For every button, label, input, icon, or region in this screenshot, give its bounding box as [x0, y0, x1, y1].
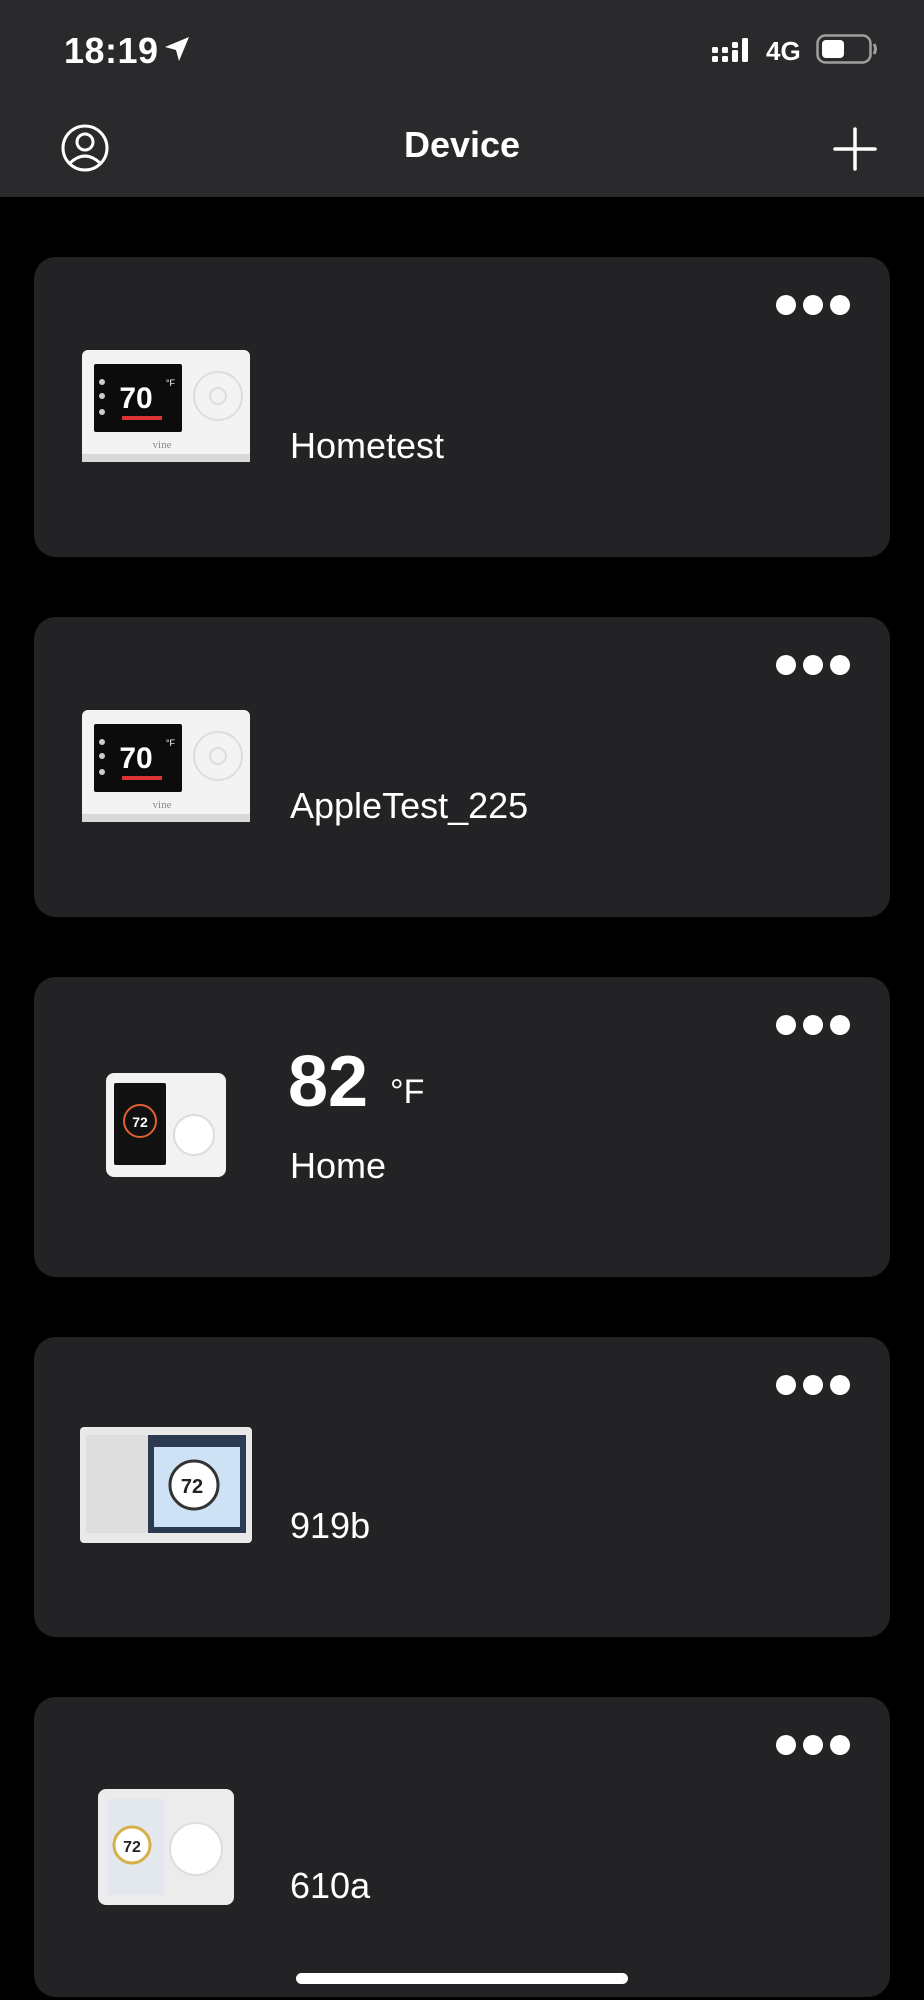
thumb-temp: 72: [123, 1839, 141, 1856]
temperature-value: 82: [288, 1042, 369, 1122]
thermostat-image: 70 °F vine: [82, 710, 250, 822]
thumb-temp: 70: [119, 382, 152, 415]
more-options-icon[interactable]: [774, 1013, 852, 1037]
thumb-unit: °F: [166, 378, 176, 388]
device-card[interactable]: 70 °F vine AppleTest_225: [34, 617, 890, 917]
more-options-icon[interactable]: [774, 1733, 852, 1757]
device-name: Home: [290, 1145, 387, 1186]
thumb-unit: °F: [166, 738, 176, 748]
more-options-icon[interactable]: [774, 1373, 852, 1397]
device-list: 70 °F vine Hometest 70 °F vine AppleTest…: [0, 0, 924, 2000]
device-name: AppleTest_225: [290, 785, 529, 826]
device-card[interactable]: 70 °F vine Hometest: [34, 257, 890, 557]
device-name: 610a: [290, 1865, 371, 1906]
thermostat-image: 70 °F vine: [82, 350, 250, 462]
thumb-temp: 70: [119, 742, 152, 775]
device-card[interactable]: 72 82 °F Home: [34, 977, 890, 1277]
more-options-icon[interactable]: [774, 653, 852, 677]
device-card[interactable]: 72 919b: [34, 1337, 890, 1637]
thumb-temp: 72: [181, 1476, 203, 1498]
device-card[interactable]: 72 610a: [34, 1697, 890, 1997]
home-indicator: [296, 1973, 628, 1984]
device-name: 919b: [290, 1505, 371, 1546]
more-options-icon[interactable]: [774, 293, 852, 317]
device-name: Hometest: [290, 425, 445, 466]
thermostat-image: 72: [106, 1073, 226, 1177]
svg-text:vine: vine: [153, 439, 172, 451]
svg-text:vine: vine: [153, 799, 172, 811]
temperature-unit: °F: [390, 1073, 425, 1111]
thermostat-image: 72: [98, 1789, 234, 1905]
thermostat-image: 72: [80, 1427, 252, 1543]
thumb-temp: 72: [132, 1114, 148, 1130]
